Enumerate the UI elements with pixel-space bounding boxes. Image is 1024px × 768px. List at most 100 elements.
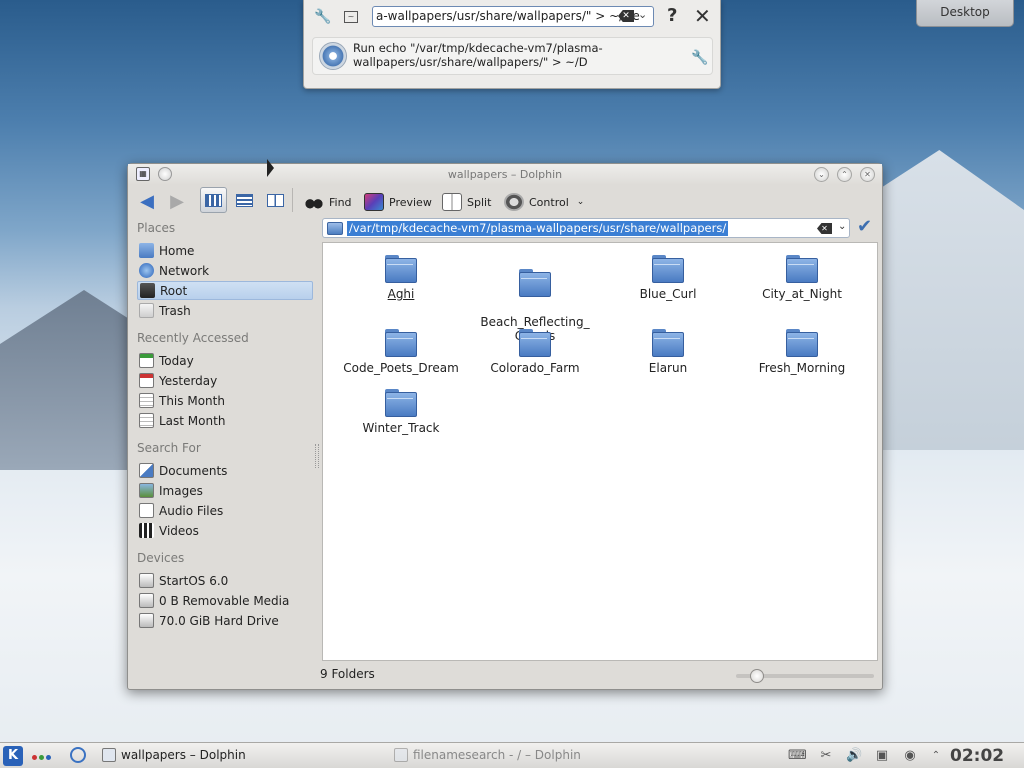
keyboard-icon[interactable]: ⌨: [788, 748, 807, 764]
activity-dot-icon[interactable]: [46, 755, 51, 760]
folder-label: Colorado_Farm: [490, 361, 580, 375]
recent-last-month[interactable]: Last Month: [137, 411, 313, 430]
document-icon: [139, 463, 154, 478]
activity-dot-icon[interactable]: [39, 755, 44, 760]
activity-monitor-icon[interactable]: ~: [344, 11, 358, 23]
panel-splitter-handle[interactable]: [315, 444, 319, 468]
search-audio[interactable]: Audio Files: [137, 501, 313, 520]
folder-item[interactable]: Blue_Curl: [608, 255, 728, 301]
minimize-button[interactable]: ⌄: [814, 167, 829, 182]
folder-item[interactable]: Colorado_Farm: [475, 329, 595, 375]
back-button[interactable]: ◀: [136, 189, 158, 215]
wrench-icon[interactable]: 🔧: [314, 8, 332, 26]
close-button[interactable]: ✕: [860, 167, 875, 182]
folder-item[interactable]: Aghi: [341, 255, 461, 301]
folder-item[interactable]: Elarun: [608, 329, 728, 375]
location-text: /var/tmp/kdecache-vm7/plasma-wallpapers/…: [347, 221, 729, 236]
network-icon: [139, 263, 154, 278]
clock[interactable]: 02:02: [950, 746, 1004, 766]
file-view[interactable]: Aghi Beach_Reflecting_ Clouds Blue_Curl …: [322, 242, 878, 661]
split-button[interactable]: Split: [442, 189, 491, 215]
recent-section-title: Recently Accessed: [137, 331, 249, 345]
split-label: Split: [467, 195, 492, 209]
folder-icon: [786, 329, 818, 357]
network-icon[interactable]: ◉: [902, 748, 918, 764]
taskbar: K wallpapers – Dolphin filenamesearch - …: [0, 742, 1024, 768]
search-images[interactable]: Images: [137, 481, 313, 500]
trash-icon: [139, 303, 154, 318]
desktop-button[interactable]: Desktop: [916, 0, 1014, 27]
icons-view-button[interactable]: [200, 187, 227, 213]
forward-button[interactable]: ▶: [166, 189, 188, 215]
folder-icon: [786, 255, 818, 283]
folder-item[interactable]: Code_Poets_Dream: [341, 329, 461, 375]
details-view-button[interactable]: [231, 187, 258, 213]
folder-icon: [385, 389, 417, 417]
device-notifier-icon[interactable]: ▣: [874, 748, 890, 764]
place-root[interactable]: Root: [137, 281, 313, 300]
krunner-result-item[interactable]: Run echo "/var/tmp/kdecache-vm7/plasma-w…: [312, 37, 713, 75]
krunner-dialog: 🔧 ~ a-wallpapers/usr/share/wallpapers/" …: [303, 0, 721, 89]
preview-button[interactable]: Preview: [364, 189, 432, 215]
search-documents[interactable]: Documents: [137, 461, 313, 480]
folder-icon: [652, 329, 684, 357]
application-launcher-icon[interactable]: K: [3, 746, 23, 766]
folder-icon: [652, 255, 684, 283]
background-mountain-left: [0, 290, 140, 470]
place-home[interactable]: Home: [137, 241, 313, 260]
control-label: Control: [529, 195, 569, 209]
search-videos[interactable]: Videos: [137, 521, 313, 540]
chevron-down-icon[interactable]: ⌄: [838, 221, 846, 232]
calendar-icon: [139, 353, 154, 368]
scissors-icon[interactable]: ✂: [818, 748, 834, 764]
arrow-right-icon: ▶: [170, 191, 184, 212]
volume-icon[interactable]: 🔊: [846, 748, 862, 764]
maximize-button[interactable]: ⌃: [837, 167, 852, 182]
checkmark-icon[interactable]: ✔: [857, 216, 872, 237]
clear-icon[interactable]: ✕: [817, 223, 832, 234]
dolphin-app-icon: [394, 748, 408, 762]
calendar-icon: [139, 413, 154, 428]
folder-item[interactable]: Fresh_Morning: [742, 329, 862, 375]
find-button[interactable]: Find: [304, 189, 352, 215]
device-startos[interactable]: StartOS 6.0: [137, 571, 313, 590]
place-network[interactable]: Network: [137, 261, 313, 280]
calendar-icon: [139, 393, 154, 408]
mouse-pointer-icon: [267, 159, 274, 177]
control-button[interactable]: Control ⌄: [504, 189, 584, 215]
search-section-title: Search For: [137, 441, 201, 455]
activity-dot-icon[interactable]: [32, 755, 37, 760]
device-removable[interactable]: 0 B Removable Media: [137, 591, 313, 610]
preview-label: Preview: [389, 195, 432, 209]
columns-view-button[interactable]: [262, 187, 289, 213]
activity-manager-icon[interactable]: [70, 747, 86, 763]
home-icon: [139, 243, 154, 258]
krunner-result-label: Run echo "/var/tmp/kdecache-vm7/plasma-w…: [353, 41, 603, 69]
folder-label: Aghi: [387, 287, 415, 301]
task-dolphin-filenamesearch[interactable]: filenamesearch - / – Dolphin: [394, 748, 581, 762]
place-trash[interactable]: Trash: [137, 301, 313, 320]
folder-item[interactable]: Winter_Track: [341, 389, 461, 435]
device-hard-drive[interactable]: 70.0 GiB Hard Drive: [137, 611, 313, 630]
task-dolphin-wallpapers[interactable]: wallpapers – Dolphin: [102, 748, 246, 762]
binoculars-icon: [304, 193, 324, 211]
help-icon[interactable]: ?: [667, 5, 677, 26]
zoom-slider-handle[interactable]: [750, 669, 764, 683]
folder-label: Elarun: [648, 361, 688, 375]
chevron-down-icon[interactable]: ⌄: [638, 8, 647, 21]
configure-icon[interactable]: 🔧: [691, 50, 708, 66]
window-titlebar[interactable]: ▦ wallpapers – Dolphin ⌄ ⌃ ✕: [128, 164, 882, 185]
recent-this-month[interactable]: This Month: [137, 391, 313, 410]
disk-icon: [139, 573, 154, 588]
close-icon[interactable]: ✕: [694, 4, 711, 28]
location-input[interactable]: /var/tmp/kdecache-vm7/plasma-wallpapers/…: [322, 218, 850, 238]
zoom-slider[interactable]: [736, 669, 874, 683]
chevron-up-icon[interactable]: ⌃: [928, 748, 944, 764]
recent-today[interactable]: Today: [137, 351, 313, 370]
columns-view-icon: [267, 193, 284, 207]
folder-item[interactable]: City_at_Night: [742, 255, 862, 301]
icons-view-icon: [205, 193, 222, 207]
recent-yesterday[interactable]: Yesterday: [137, 371, 313, 390]
krunner-search-input[interactable]: a-wallpapers/usr/share/wallpapers/" > ~/…: [372, 6, 654, 27]
folder-icon: [385, 255, 417, 283]
